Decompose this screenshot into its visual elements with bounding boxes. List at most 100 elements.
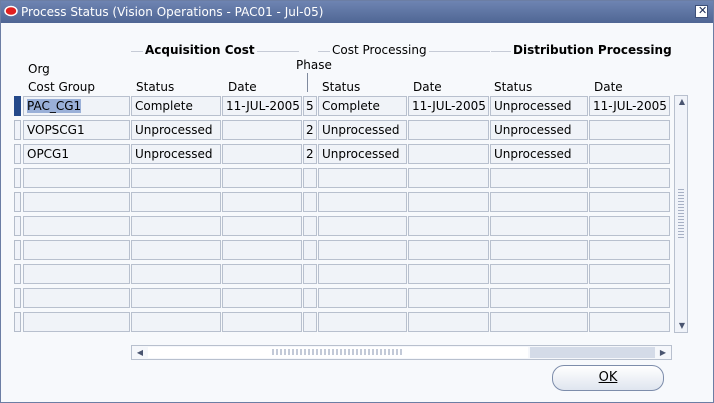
cost-group-cell[interactable]: OPCG1 xyxy=(23,144,130,164)
cost-processing-date-cell[interactable] xyxy=(408,312,489,332)
horizontal-scrollbar[interactable]: ◀ ▶ xyxy=(131,345,672,360)
row-indicator[interactable] xyxy=(14,288,21,308)
row-indicator[interactable] xyxy=(14,192,21,212)
row-indicator[interactable] xyxy=(14,216,21,236)
phase-cell[interactable]: 2 xyxy=(303,120,317,140)
close-button[interactable]: ✕ xyxy=(695,4,708,18)
cost-group-cell[interactable] xyxy=(23,216,130,236)
acquisition-date-cell[interactable] xyxy=(222,144,302,164)
cost-processing-status-cell[interactable] xyxy=(318,192,407,212)
scroll-down-icon[interactable]: ▼ xyxy=(677,321,687,331)
cost-group-cell[interactable] xyxy=(23,312,130,332)
cost-processing-date-cell[interactable]: 11-JUL-2005 xyxy=(408,96,489,116)
cost-processing-date-cell[interactable] xyxy=(408,216,489,236)
acquisition-date-cell[interactable]: 11-JUL-2005 xyxy=(222,96,302,116)
acquisition-status-cell[interactable]: Complete xyxy=(131,96,221,116)
phase-cell[interactable]: 2 xyxy=(303,144,317,164)
distribution-date-cell[interactable] xyxy=(589,240,670,260)
distribution-status-cell[interactable]: Unprocessed xyxy=(490,144,588,164)
row-indicator[interactable] xyxy=(14,240,21,260)
row-indicator[interactable] xyxy=(14,96,21,116)
phase-cell[interactable]: 5 xyxy=(303,96,317,116)
acquisition-status-cell[interactable] xyxy=(131,168,221,188)
vertical-scroll-thumb[interactable] xyxy=(678,188,684,240)
row-indicator[interactable] xyxy=(14,120,21,140)
acquisition-status-cell[interactable] xyxy=(131,264,221,284)
phase-cell[interactable] xyxy=(303,312,317,332)
cost-group-cell[interactable] xyxy=(23,240,130,260)
cost-processing-date-cell[interactable] xyxy=(408,120,489,140)
ok-button[interactable]: OK xyxy=(552,365,664,391)
cost-processing-date-cell[interactable] xyxy=(408,288,489,308)
row-indicator[interactable] xyxy=(14,312,21,332)
acquisition-date-cell[interactable] xyxy=(222,312,302,332)
distribution-status-cell[interactable] xyxy=(490,288,588,308)
distribution-date-cell[interactable] xyxy=(589,264,670,284)
acquisition-status-cell[interactable] xyxy=(131,192,221,212)
cost-processing-date-cell[interactable] xyxy=(408,168,489,188)
acquisition-status-cell[interactable]: Unprocessed xyxy=(131,144,221,164)
cost-processing-date-cell[interactable] xyxy=(408,144,489,164)
acquisition-status-cell[interactable] xyxy=(131,216,221,236)
cost-processing-status-cell[interactable] xyxy=(318,240,407,260)
acquisition-date-cell[interactable] xyxy=(222,288,302,308)
distribution-status-cell[interactable] xyxy=(490,216,588,236)
distribution-date-cell[interactable] xyxy=(589,216,670,236)
cost-processing-status-cell[interactable] xyxy=(318,288,407,308)
title-bar[interactable]: Process Status (Vision Operations - PAC0… xyxy=(1,1,713,23)
cost-group-cell[interactable] xyxy=(23,264,130,284)
phase-cell[interactable] xyxy=(303,168,317,188)
acquisition-status-cell[interactable] xyxy=(131,312,221,332)
distribution-status-cell[interactable]: Unprocessed xyxy=(490,120,588,140)
cost-processing-status-cell[interactable]: Unprocessed xyxy=(318,144,407,164)
cost-group-cell[interactable] xyxy=(23,168,130,188)
distribution-date-cell[interactable] xyxy=(589,120,670,140)
acquisition-date-cell[interactable] xyxy=(222,240,302,260)
distribution-status-cell[interactable]: Unprocessed xyxy=(490,96,588,116)
row-indicator[interactable] xyxy=(14,144,21,164)
distribution-date-cell[interactable] xyxy=(589,312,670,332)
cost-processing-status-cell[interactable] xyxy=(318,216,407,236)
acquisition-date-cell[interactable] xyxy=(222,168,302,188)
acquisition-date-cell[interactable] xyxy=(222,264,302,284)
cost-group-cell[interactable] xyxy=(23,288,130,308)
cost-processing-status-cell[interactable]: Unprocessed xyxy=(318,120,407,140)
cost-processing-date-cell[interactable] xyxy=(408,192,489,212)
acquisition-status-cell[interactable] xyxy=(131,240,221,260)
distribution-date-cell[interactable] xyxy=(589,288,670,308)
distribution-status-cell[interactable] xyxy=(490,264,588,284)
acquisition-date-cell[interactable] xyxy=(222,216,302,236)
horizontal-scroll-track[interactable] xyxy=(530,347,655,358)
cost-processing-status-cell[interactable] xyxy=(318,264,407,284)
phase-cell[interactable] xyxy=(303,288,317,308)
cost-processing-status-cell[interactable] xyxy=(318,312,407,332)
row-indicator[interactable] xyxy=(14,264,21,284)
distribution-status-cell[interactable] xyxy=(490,240,588,260)
acquisition-date-cell[interactable] xyxy=(222,120,302,140)
cost-group-cell[interactable]: PAC_CG1 xyxy=(23,96,130,116)
acquisition-date-cell[interactable] xyxy=(222,192,302,212)
distribution-status-cell[interactable] xyxy=(490,168,588,188)
distribution-date-cell[interactable]: 11-JUL-2005 xyxy=(589,96,670,116)
scroll-right-icon[interactable]: ▶ xyxy=(657,347,669,358)
phase-cell[interactable] xyxy=(303,240,317,260)
phase-cell[interactable] xyxy=(303,216,317,236)
cost-processing-date-cell[interactable] xyxy=(408,240,489,260)
cost-processing-status-cell[interactable]: Complete xyxy=(318,96,407,116)
cost-processing-date-cell[interactable] xyxy=(408,264,489,284)
row-indicator[interactable] xyxy=(14,168,21,188)
acquisition-status-cell[interactable] xyxy=(131,288,221,308)
distribution-date-cell[interactable] xyxy=(589,168,670,188)
vertical-scrollbar[interactable]: ▲ ▼ xyxy=(674,95,688,333)
distribution-date-cell[interactable] xyxy=(589,192,670,212)
scroll-left-icon[interactable]: ◀ xyxy=(134,347,146,358)
scroll-up-icon[interactable]: ▲ xyxy=(677,97,687,107)
distribution-status-cell[interactable] xyxy=(490,312,588,332)
cost-group-cell[interactable]: VOPSCG1 xyxy=(23,120,130,140)
horizontal-scroll-grip[interactable] xyxy=(272,349,402,355)
cost-processing-status-cell[interactable] xyxy=(318,168,407,188)
phase-cell[interactable] xyxy=(303,192,317,212)
phase-cell[interactable] xyxy=(303,264,317,284)
distribution-status-cell[interactable] xyxy=(490,192,588,212)
acquisition-status-cell[interactable]: Unprocessed xyxy=(131,120,221,140)
